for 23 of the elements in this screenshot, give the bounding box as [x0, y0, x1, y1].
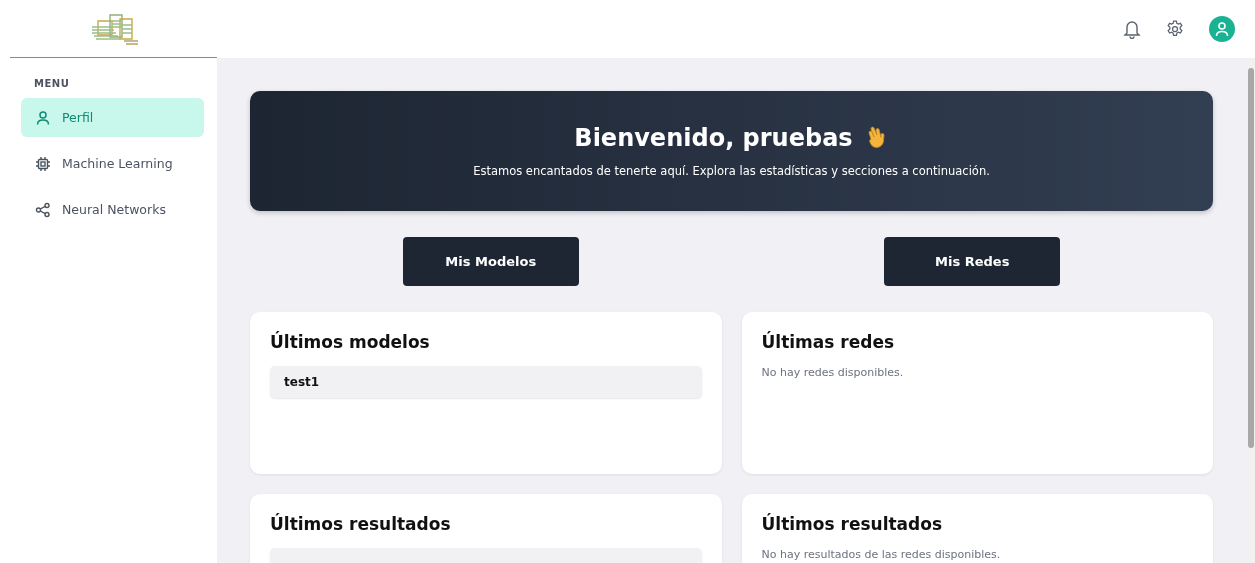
- menu-heading: MENU: [34, 78, 71, 89]
- card-title: Últimas redes: [761, 332, 896, 352]
- card-title: Últimos modelos: [270, 332, 431, 352]
- empty-message: No hay resultados de las redes disponibles.: [761, 548, 1002, 561]
- welcome-title: Bienvenido, pruebas: [574, 124, 853, 152]
- empty-message: No hay redes disponibles.: [761, 366, 905, 379]
- user-icon: [35, 109, 51, 126]
- sidebar-item[interactable]: Perfil: [21, 98, 204, 137]
- card-title: Últimos resultados: [270, 514, 452, 534]
- sidebar-item[interactable]: Neural Networks: [21, 190, 204, 229]
- user-icon: [1215, 21, 1229, 37]
- nav-button[interactable]: Mis Redes: [884, 237, 1061, 286]
- welcome-subtitle: Estamos encantados de tenerte aquí. Explora las estadísticas y secciones a continuación.: [473, 164, 990, 178]
- settings-icon[interactable]: [1165, 19, 1185, 39]
- scrollbar[interactable]: [1247, 58, 1255, 563]
- list-item[interactable]: test1: [270, 366, 702, 398]
- card-title: Últimos resultados: [761, 514, 944, 534]
- avatar-button[interactable]: [1209, 16, 1235, 42]
- chip-icon: [35, 155, 51, 172]
- notification-bell-icon[interactable]: [1123, 19, 1141, 39]
- nav-button[interactable]: Mis Modelos: [402, 237, 579, 286]
- share-icon: [35, 201, 51, 218]
- sidebar-item[interactable]: Machine Learning: [21, 144, 204, 183]
